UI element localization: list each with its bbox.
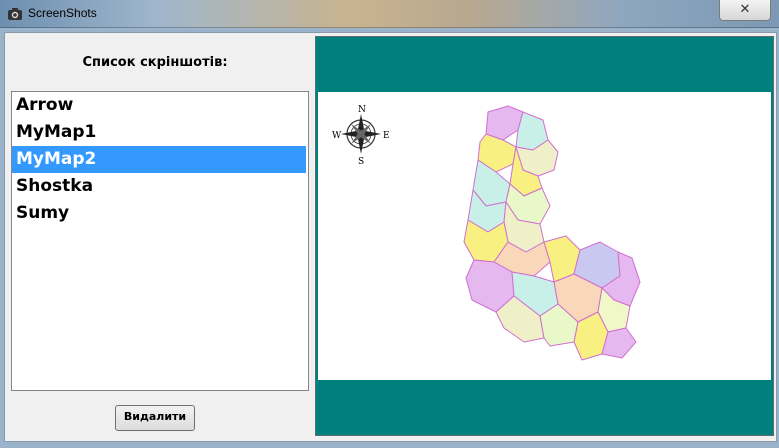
list-item[interactable]: Sumy [12,200,308,227]
screenshot-list-heading: Список скріншотів: [82,55,228,70]
list-item[interactable]: Shostka [12,173,308,200]
compass-s-label: S [358,157,364,167]
close-icon: ✕ [739,2,751,17]
title-bar[interactable]: ScreenShots ✕ [0,0,779,28]
list-item[interactable]: MyMap1 [12,119,308,146]
window-title: ScreenShots [28,6,97,20]
compass-rose-icon: N S E W [332,105,390,167]
window-client-area: Список скріншотів: Arrow MyMap1 MyMap2 S… [4,32,777,442]
list-item-selected[interactable]: MyMap2 [12,146,306,173]
delete-button[interactable]: Видалити [115,405,195,431]
map-image: N S E W [332,105,641,361]
preview-image: N S E W [318,92,771,380]
window-frame: Список скріншотів: Arrow MyMap1 MyMap2 S… [0,28,779,448]
compass-e-label: E [383,131,390,141]
region-map [463,105,641,361]
screenshot-preview: N S E W [315,36,774,436]
screenshot-list[interactable]: Arrow MyMap1 MyMap2 Shostka Sumy [11,91,309,391]
list-item[interactable]: Arrow [12,92,308,119]
camera-icon [8,8,22,20]
compass-n-label: N [358,105,366,115]
close-button[interactable]: ✕ [719,0,771,21]
compass-w-label: W [332,131,342,141]
